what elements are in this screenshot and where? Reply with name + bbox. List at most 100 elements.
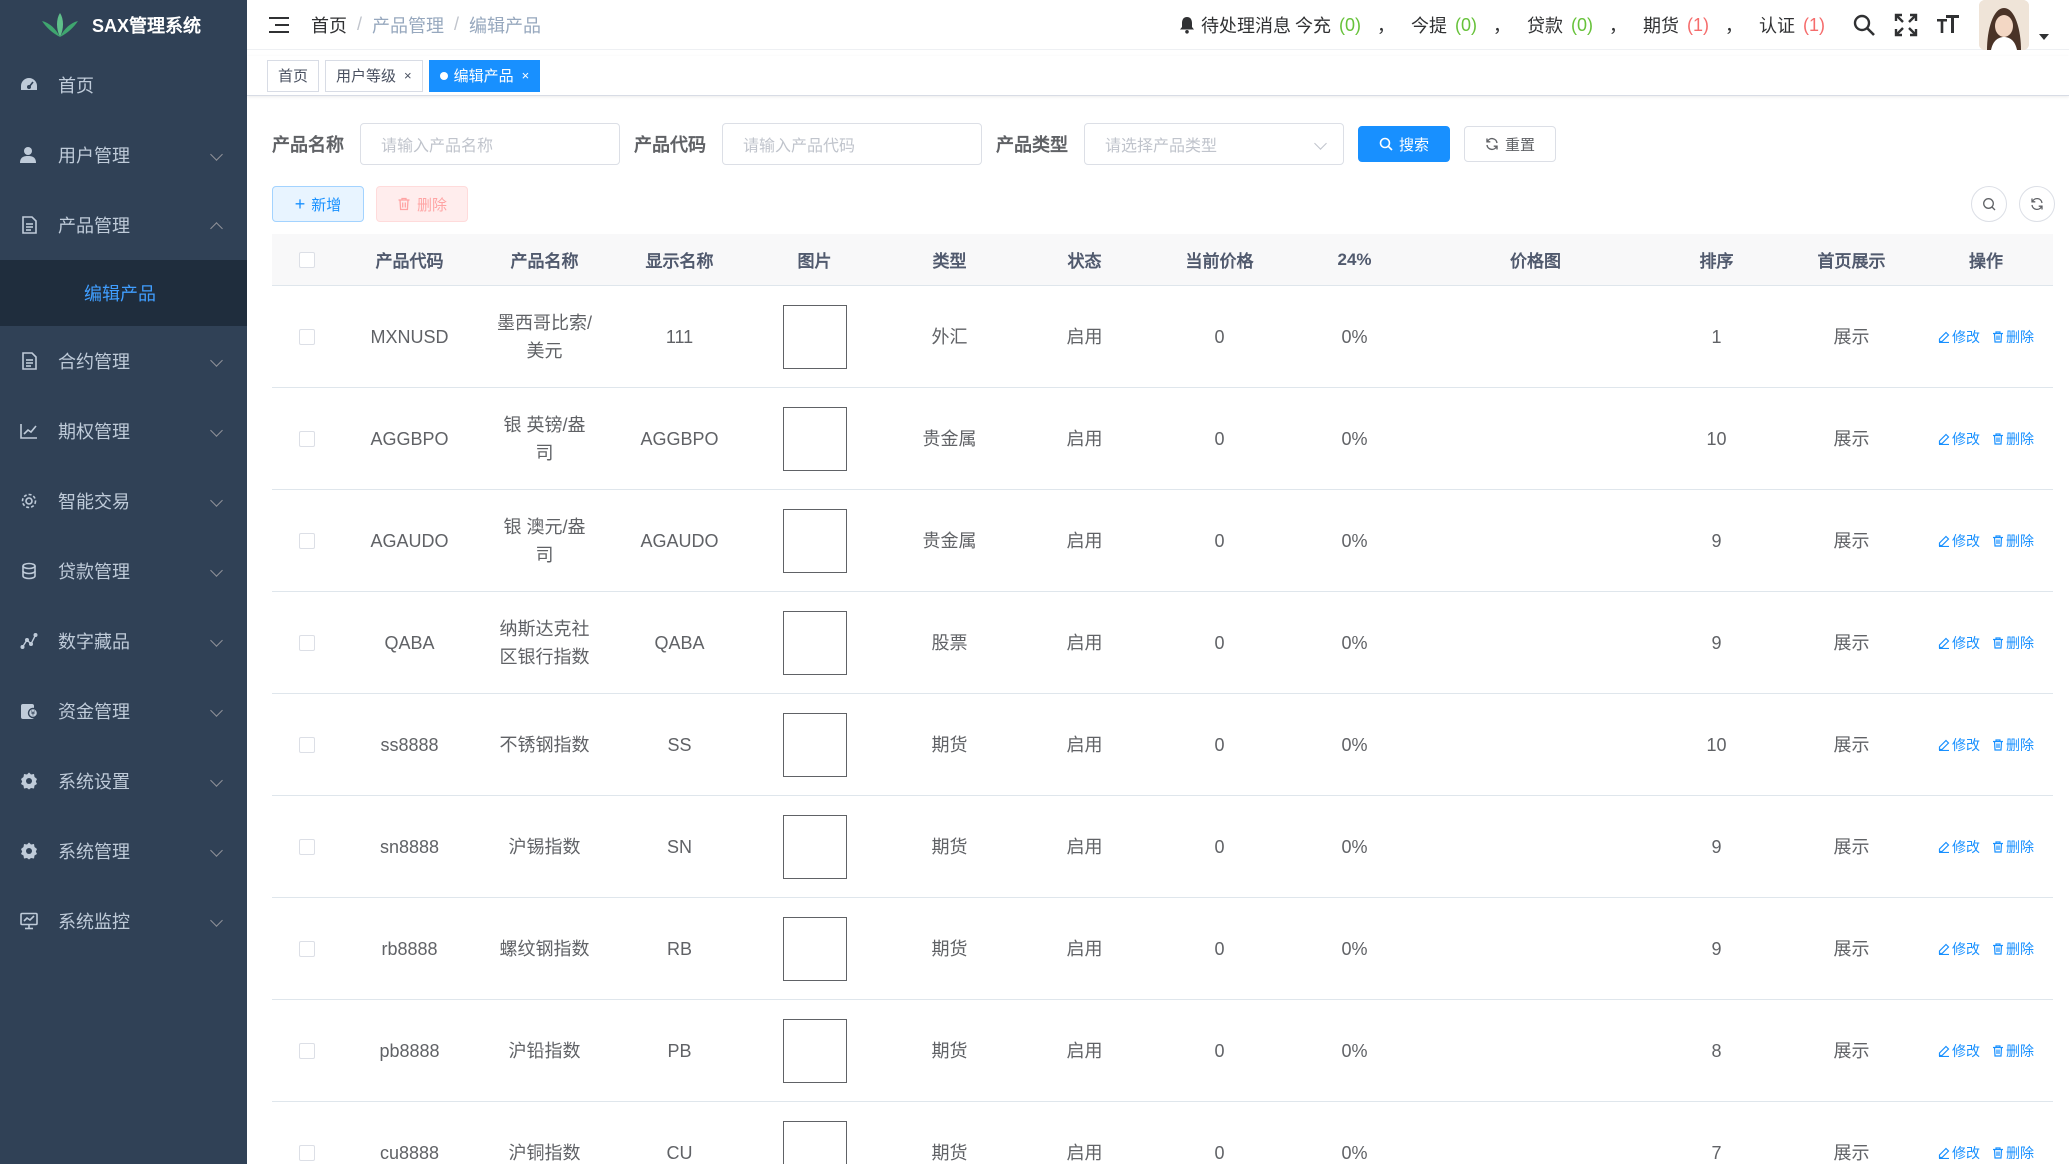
notice-item-label[interactable]: 今充: [1295, 12, 1331, 38]
edit-button[interactable]: 修改: [1938, 527, 1980, 555]
close-icon[interactable]: ×: [404, 68, 412, 83]
hamburger-icon[interactable]: [269, 16, 291, 34]
notice-item-label[interactable]: 期货: [1643, 12, 1679, 38]
cell-code: rb8888: [381, 938, 438, 959]
reset-button[interactable]: 重置: [1464, 126, 1557, 162]
row-checkbox[interactable]: [299, 430, 315, 447]
edit-button[interactable]: 修改: [1938, 425, 1980, 453]
notice-item-label[interactable]: 认证: [1759, 12, 1795, 38]
sidebar-item-8[interactable]: ¥ 资金管理: [0, 676, 247, 746]
delete-row-button[interactable]: 删除: [1992, 1037, 2034, 1065]
sidebar-item-9[interactable]: 系统设置: [0, 746, 247, 816]
edit-button[interactable]: 修改: [1938, 1037, 1980, 1065]
product-image[interactable]: [782, 406, 847, 471]
cell-name: 沪铅指数: [508, 1040, 581, 1061]
sidebar-item-10[interactable]: 系统管理: [0, 816, 247, 886]
edit-icon: [1938, 433, 1952, 445]
product-image[interactable]: [782, 916, 847, 981]
sidebar-item-3[interactable]: 合约管理: [0, 326, 247, 396]
delete-button[interactable]: 删除: [376, 186, 468, 222]
row-checkbox[interactable]: [299, 1042, 315, 1059]
sidebar-item-2[interactable]: 产品管理: [0, 190, 247, 260]
edit-button[interactable]: 修改: [1938, 731, 1980, 759]
notice-item-count[interactable]: (0): [1339, 15, 1361, 36]
edit-button[interactable]: 修改: [1938, 1139, 1980, 1164]
product-image[interactable]: [782, 1120, 847, 1164]
notice-item-count[interactable]: (1): [1687, 15, 1709, 36]
toggle-search-button[interactable]: [1971, 186, 2007, 222]
table-body: MXNUSD 墨西哥比索/美元 111 外汇 启用 0 0% 1 展示 修改 删除 AGGBPO 银 英…: [272, 286, 2053, 1164]
avatar[interactable]: [1979, 0, 2029, 50]
search-button[interactable]: 搜索: [1358, 126, 1451, 162]
chevron-down-icon: [210, 704, 223, 717]
trash-icon: [1992, 738, 2006, 751]
sidebar-item-11[interactable]: 系统监控: [0, 886, 247, 956]
product-name-input[interactable]: 请输入产品名称: [360, 123, 620, 165]
sidebar-item-4[interactable]: 期权管理: [0, 396, 247, 466]
logo[interactable]: SAX管理系统: [0, 0, 247, 50]
delete-row-button[interactable]: 删除: [1992, 527, 2034, 555]
row-checkbox[interactable]: [299, 838, 315, 855]
tag-2[interactable]: 编辑产品 ×: [428, 59, 541, 92]
notice-item-label[interactable]: 今提: [1411, 12, 1447, 38]
tag-1[interactable]: 用户等级 ×: [325, 59, 423, 92]
sidebar-item-1[interactable]: 用户管理: [0, 120, 247, 190]
sidebar-item-5[interactable]: 智能交易: [0, 466, 247, 536]
edit-button[interactable]: 修改: [1938, 833, 1980, 861]
row-checkbox[interactable]: [299, 328, 315, 345]
edit-button[interactable]: 修改: [1938, 935, 1980, 963]
breadcrumb-item-product: 产品管理: [372, 15, 445, 36]
row-checkbox[interactable]: [299, 634, 315, 651]
font-size-icon[interactable]: [1935, 12, 1961, 38]
sidebar-item-0[interactable]: 首页: [0, 50, 247, 120]
tag-0[interactable]: 首页: [267, 59, 320, 92]
product-image[interactable]: [782, 814, 847, 879]
coins-icon: [20, 562, 38, 580]
product-image[interactable]: [782, 304, 847, 369]
product-image[interactable]: [782, 610, 847, 675]
delete-row-button[interactable]: 删除: [1992, 323, 2034, 351]
fullscreen-icon[interactable]: [1893, 12, 1919, 38]
search-icon[interactable]: [1851, 12, 1877, 38]
edit-button[interactable]: 修改: [1938, 629, 1980, 657]
sidebar-subitem-edit-product[interactable]: 编辑产品: [0, 260, 247, 326]
sidebar-item-7[interactable]: 数字藏品: [0, 606, 247, 676]
delete-row-button[interactable]: 删除: [1992, 1139, 2034, 1164]
row-checkbox[interactable]: [299, 1144, 315, 1161]
edit-button[interactable]: 修改: [1938, 323, 1980, 351]
cell-home: 展示: [1833, 428, 1870, 449]
edit-icon: [1938, 739, 1952, 751]
cell-home: 展示: [1833, 836, 1870, 857]
cell-home: 展示: [1833, 530, 1870, 551]
product-image[interactable]: [782, 508, 847, 573]
select-all-checkbox[interactable]: [299, 251, 315, 268]
refresh-table-button[interactable]: [2019, 186, 2055, 222]
notice-item-count[interactable]: (0): [1571, 15, 1593, 36]
delete-row-button[interactable]: 删除: [1992, 425, 2034, 453]
product-code-input[interactable]: 请输入产品代码: [722, 123, 982, 165]
sidebar-item-6[interactable]: 贷款管理: [0, 536, 247, 606]
notice-item-count[interactable]: (0): [1455, 15, 1477, 36]
row-checkbox[interactable]: [299, 736, 315, 753]
row-checkbox[interactable]: [299, 532, 315, 549]
avatar-dropdown-icon[interactable]: [2039, 34, 2049, 40]
notice-item-label[interactable]: 贷款: [1527, 12, 1563, 38]
refresh-icon: [2031, 197, 2043, 211]
row-checkbox[interactable]: [299, 940, 315, 957]
delete-row-button[interactable]: 删除: [1992, 833, 2034, 861]
notice-item-count[interactable]: (1): [1803, 15, 1825, 36]
delete-row-button[interactable]: 删除: [1992, 629, 2034, 657]
cell-home: 展示: [1833, 1040, 1870, 1061]
breadcrumb-item-home[interactable]: 首页: [311, 12, 347, 38]
delete-row-button[interactable]: 删除: [1992, 935, 2034, 963]
product-image[interactable]: [782, 712, 847, 777]
cell-status: 启用: [1066, 632, 1103, 653]
close-icon[interactable]: ×: [522, 68, 530, 83]
delete-row-button[interactable]: 删除: [1992, 731, 2034, 759]
product-type-select[interactable]: 请选择产品类型: [1084, 123, 1344, 165]
add-button[interactable]: + 新增: [272, 186, 364, 222]
bell-icon: [1180, 17, 1194, 34]
edit-icon: [1938, 1147, 1952, 1159]
product-image[interactable]: [782, 1018, 847, 1083]
cell-price: 0: [1214, 1040, 1225, 1061]
